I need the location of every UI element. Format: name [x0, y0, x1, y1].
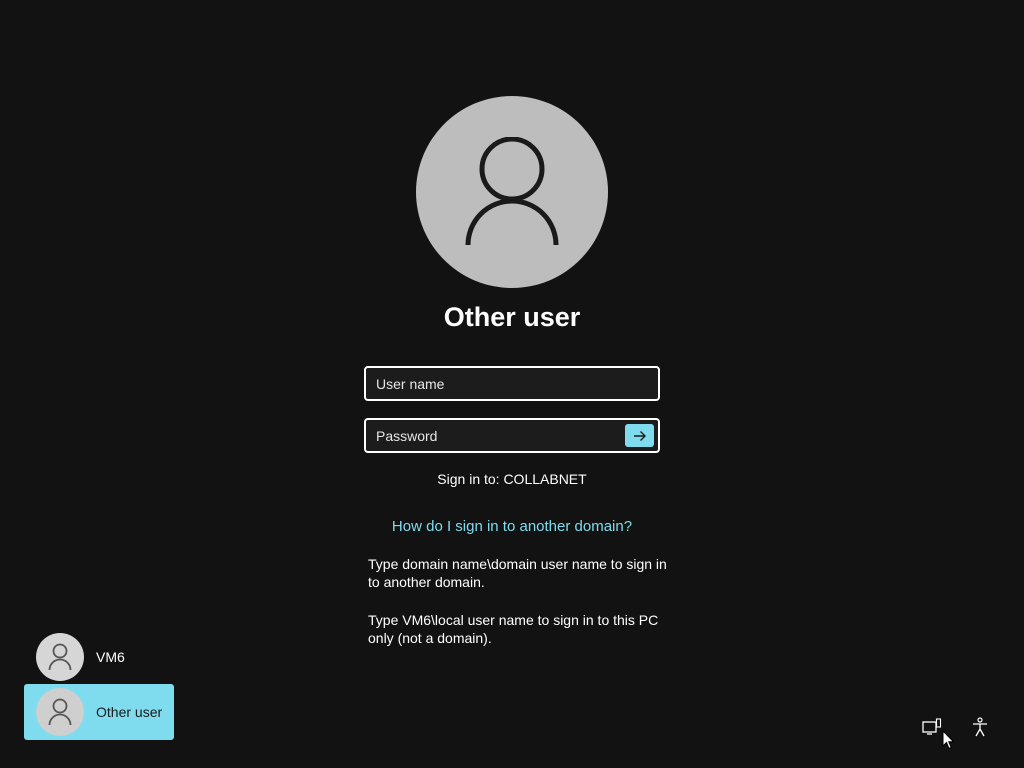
accessibility-icon[interactable] [969, 716, 991, 738]
user-tile-label: Other user [96, 704, 163, 720]
sign-in-domain-text: Sign in to: COLLABNET [437, 471, 587, 487]
help-text-domain: Type domain name\domain user name to sig… [368, 556, 667, 590]
username-input[interactable] [366, 368, 658, 399]
user-tile-label: VM6 [96, 649, 125, 665]
user-tile-vm6[interactable]: VM6 [24, 629, 174, 685]
another-domain-link[interactable]: How do I sign in to another domain? [312, 518, 712, 535]
page-title: Other user [443, 302, 581, 332]
network-icon[interactable] [921, 716, 943, 738]
user-avatar-large [416, 96, 608, 288]
password-input[interactable] [366, 420, 658, 451]
username-field-container [364, 366, 660, 401]
login-screen: Other user Sign in to: COLLABNET How do … [0, 0, 1024, 768]
user-icon [465, 137, 559, 246]
submit-button[interactable] [625, 424, 654, 447]
user-icon [48, 698, 72, 726]
avatar [36, 688, 84, 736]
mouse-cursor-icon [942, 730, 955, 750]
help-text-local: Type VM6\local user name to sign in to t… [368, 612, 659, 646]
avatar [36, 633, 84, 681]
arrow-right-icon [633, 430, 646, 441]
user-icon [48, 643, 72, 671]
user-tile-other-user[interactable]: Other user [24, 684, 174, 740]
password-field-container [364, 418, 660, 453]
